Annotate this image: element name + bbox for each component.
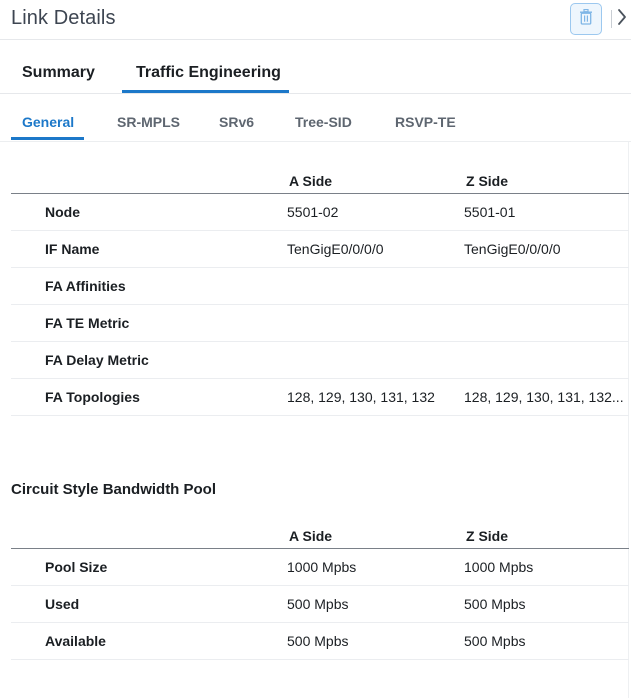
table-row: Pool Size 1000 Mpbs 1000 Mpbs bbox=[11, 549, 629, 586]
table-row: Available 500 Mpbs 500 Mpbs bbox=[11, 623, 629, 660]
table-header: A Side Z Side bbox=[11, 523, 629, 549]
table-row: FA Delay Metric bbox=[11, 342, 629, 379]
tab-sr-mpls[interactable]: SR-MPLS bbox=[117, 114, 180, 130]
bandwidth-pool-table: A Side Z Side Pool Size 1000 Mpbs 1000 M… bbox=[11, 523, 629, 660]
z-side-value: 500 Mpbs bbox=[464, 633, 526, 649]
row-label: Node bbox=[45, 204, 80, 220]
row-label: FA TE Metric bbox=[45, 315, 130, 331]
table-row: FA Affinities bbox=[11, 268, 629, 305]
tab-tree-sid[interactable]: Tree-SID bbox=[295, 114, 352, 130]
a-side-value: 500 Mpbs bbox=[287, 633, 349, 649]
primary-tab-bar: Summary Traffic Engineering bbox=[0, 56, 631, 94]
panel-header: Link Details bbox=[0, 0, 631, 40]
chevron-right-icon bbox=[617, 8, 627, 31]
row-label: FA Affinities bbox=[45, 278, 126, 294]
a-side-value: 1000 Mpbs bbox=[287, 559, 357, 575]
table-row: Used 500 Mpbs 500 Mpbs bbox=[11, 586, 629, 623]
general-table: A Side Z Side Node 5501-02 5501-01 IF Na… bbox=[11, 168, 629, 416]
collapse-panel-button[interactable] bbox=[617, 8, 631, 30]
tab-summary[interactable]: Summary bbox=[22, 64, 95, 82]
column-header-a-side: A Side bbox=[289, 528, 333, 544]
row-label: Pool Size bbox=[45, 559, 108, 575]
row-label: Available bbox=[45, 633, 106, 649]
row-label: Used bbox=[45, 596, 80, 612]
tab-srv6[interactable]: SRv6 bbox=[219, 114, 254, 130]
row-label: FA Topologies bbox=[45, 389, 140, 405]
row-label: FA Delay Metric bbox=[45, 352, 149, 368]
z-side-value: 128, 129, 130, 131, 132... bbox=[464, 389, 624, 405]
table-row: IF Name TenGigE0/0/0/0 TenGigE0/0/0/0 bbox=[11, 231, 629, 268]
section-title-bandwidth-pool: Circuit Style Bandwidth Pool bbox=[11, 481, 217, 498]
row-label: IF Name bbox=[45, 241, 100, 257]
tab-traffic-engineering[interactable]: Traffic Engineering bbox=[136, 64, 281, 82]
page-title: Link Details bbox=[11, 7, 116, 29]
a-side-value: TenGigE0/0/0/0 bbox=[287, 241, 384, 257]
a-side-value: 128, 129, 130, 131, 132 bbox=[287, 389, 435, 405]
z-side-value: 1000 Mpbs bbox=[464, 559, 534, 575]
header-divider bbox=[611, 10, 612, 28]
z-side-value: 500 Mpbs bbox=[464, 596, 526, 612]
active-tab-indicator bbox=[122, 90, 289, 93]
active-subtab-indicator bbox=[11, 137, 84, 140]
table-row: FA Topologies 128, 129, 130, 131, 132 12… bbox=[11, 379, 629, 416]
a-side-value: 5501-02 bbox=[287, 204, 339, 220]
z-side-value: TenGigE0/0/0/0 bbox=[464, 241, 561, 257]
column-header-z-side: Z Side bbox=[466, 528, 509, 544]
tab-rsvp-te[interactable]: RSVP-TE bbox=[395, 114, 456, 130]
trash-icon bbox=[579, 8, 593, 30]
column-header-a-side: A Side bbox=[289, 173, 333, 189]
tab-general[interactable]: General bbox=[22, 114, 74, 130]
table-row: Node 5501-02 5501-01 bbox=[11, 194, 629, 231]
delete-button[interactable] bbox=[570, 3, 602, 35]
z-side-value: 5501-01 bbox=[464, 204, 516, 220]
link-details-panel: Link Details Summary Traffic Engineering… bbox=[0, 0, 631, 698]
a-side-value: 500 Mpbs bbox=[287, 596, 349, 612]
column-header-z-side: Z Side bbox=[466, 173, 509, 189]
table-header: A Side Z Side bbox=[11, 168, 629, 194]
table-row: FA TE Metric bbox=[11, 305, 629, 342]
secondary-tab-bar: General SR-MPLS SRv6 Tree-SID RSVP-TE bbox=[0, 108, 631, 142]
